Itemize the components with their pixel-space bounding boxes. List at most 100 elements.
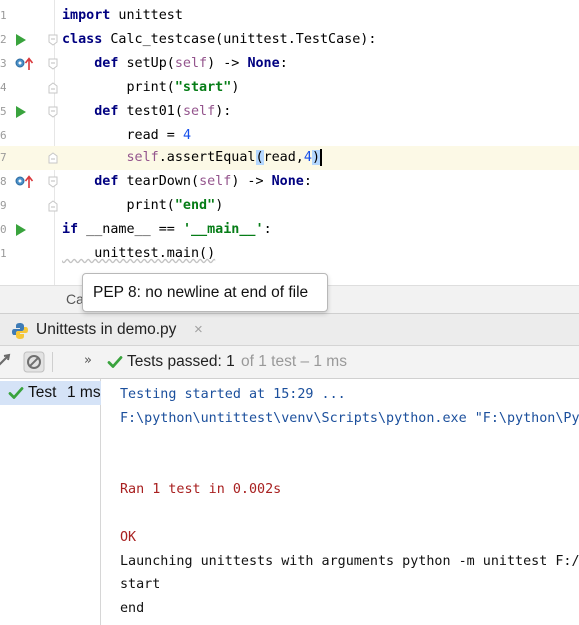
fold-icon[interactable] (47, 58, 59, 70)
code-text: unittest.main() (62, 242, 215, 266)
code-token: ) -> (207, 56, 248, 71)
stop-icon[interactable] (23, 351, 45, 373)
code-token: '__main__' (182, 222, 264, 237)
close-icon[interactable]: × (194, 321, 203, 338)
code-token: tearDown( (118, 174, 200, 189)
console-line: F:\python\untittest\venv\Scripts\python.… (120, 410, 579, 426)
code-text: def setUp(self) -> None: (62, 52, 288, 76)
code-token: def (94, 56, 119, 71)
line-number: 6 (0, 129, 6, 142)
code-token: def (94, 104, 119, 119)
code-text: class Calc_testcase(unittest.TestCase): (62, 28, 376, 52)
code-token: ): (215, 104, 232, 119)
code-line-11[interactable]: 1 unittest.main() (0, 242, 579, 266)
run-icon[interactable] (16, 34, 26, 46)
code-token: self (199, 174, 232, 189)
console-line: start (120, 577, 161, 593)
tree-row-label: Test (28, 384, 57, 401)
expand-icon[interactable]: » (84, 353, 92, 368)
code-line-9[interactable]: 9 print("end") (0, 194, 579, 218)
tree-row-test[interactable]: Test 1 ms (0, 381, 101, 405)
code-token: ) (215, 198, 224, 213)
override-icon[interactable] (15, 175, 35, 189)
code-token: print( (62, 80, 175, 95)
line-number: 4 (0, 81, 6, 94)
run-tab-title[interactable]: Unittests in demo.py (36, 321, 176, 339)
code-text: def test01(self): (62, 100, 231, 124)
code-editor[interactable]: 1 import unittest 2 class Calc_testcase(… (0, 0, 579, 285)
code-token: self (126, 150, 159, 165)
run-toolbar: » Tests passed: 1 of 1 test – 1 ms (0, 346, 579, 379)
fold-icon[interactable] (47, 34, 59, 46)
code-token: print( (62, 198, 175, 213)
code-token: ) -> (231, 174, 272, 189)
inspection-tooltip: PEP 8: no newline at end of file (82, 273, 328, 312)
code-token: None (271, 174, 304, 189)
code-line-2[interactable]: 2 class Calc_testcase(unittest.TestCase)… (0, 28, 579, 52)
code-token: None (247, 56, 280, 71)
override-icon[interactable] (15, 57, 35, 71)
code-token: def (94, 174, 119, 189)
code-line-6[interactable]: 6 read = 4 (0, 124, 579, 148)
code-token: Calc_testcase(unittest.TestCase): (102, 32, 377, 47)
console-line: Launching unittests with arguments pytho… (120, 553, 579, 569)
code-text: import unittest (62, 4, 183, 28)
line-number: 3 (0, 57, 6, 70)
code-token: class (62, 32, 103, 47)
fold-end-icon[interactable] (47, 152, 59, 164)
run-icon[interactable] (16, 224, 26, 236)
code-line-4[interactable]: 4 print("start") (0, 76, 579, 100)
run-tool-window-header: Unittests in demo.py × (0, 313, 579, 346)
code-line-3[interactable]: 3 def setUp(self) -> None: (0, 52, 579, 76)
console-line: Testing started at 15:29 ... (120, 387, 346, 402)
code-text: print("start") (62, 76, 239, 100)
code-token: import (62, 8, 111, 23)
code-token: if (62, 222, 79, 237)
code-line-8[interactable]: 8 def tearDown(self) -> None: (0, 170, 579, 194)
test-results-tree[interactable]: Test 1 ms (0, 379, 101, 625)
code-text: def tearDown(self) -> None: (62, 170, 312, 194)
line-number: 0 (0, 223, 6, 236)
code-line-10[interactable]: 0 if __name__ == '__main__': (0, 218, 579, 242)
fold-icon[interactable] (47, 106, 59, 118)
code-token: "end" (174, 198, 216, 213)
code-line-5[interactable]: 5 def test01(self): (0, 100, 579, 124)
code-text: if __name__ == '__main__': (62, 218, 272, 242)
console-line: end (120, 601, 145, 617)
code-text: print("end") (62, 194, 223, 218)
code-token: unittest (110, 8, 183, 23)
tests-passed-value: 1 (226, 353, 235, 370)
python-icon (12, 323, 28, 339)
line-number: 1 (0, 247, 6, 260)
code-token: unittest.main() (62, 246, 216, 261)
console-output[interactable]: Testing started at 15:29 ... F:\python\un… (102, 379, 579, 625)
fold-icon[interactable] (47, 176, 59, 188)
code-token: __name__ == (78, 222, 183, 237)
code-token: self (182, 104, 216, 119)
code-token: ( (255, 150, 264, 165)
code-token: ) (311, 150, 320, 165)
tests-passed-label: Tests passed: (127, 353, 222, 370)
rerun-icon[interactable] (0, 351, 14, 373)
code-line-1[interactable]: 1 import unittest (0, 4, 579, 28)
code-text: read = 4 (62, 124, 191, 148)
code-line-7-current[interactable]: 7 self.assertEqual(read,4) (0, 146, 579, 170)
code-token: self (174, 56, 208, 71)
fold-end-icon[interactable] (47, 82, 59, 94)
check-icon (8, 387, 24, 399)
code-text: self.assertEqual(read,4) (62, 146, 322, 170)
toolbar-separator (52, 352, 53, 372)
tree-row-duration: 1 ms (67, 384, 101, 401)
line-number: 1 (0, 9, 6, 22)
fold-end-icon[interactable] (47, 200, 59, 212)
code-token: "start" (174, 80, 232, 95)
code-token: ) (231, 80, 240, 95)
code-token: setUp( (118, 56, 175, 71)
code-token: read, (263, 150, 304, 165)
code-token: read = (62, 128, 183, 143)
run-icon[interactable] (16, 106, 26, 118)
